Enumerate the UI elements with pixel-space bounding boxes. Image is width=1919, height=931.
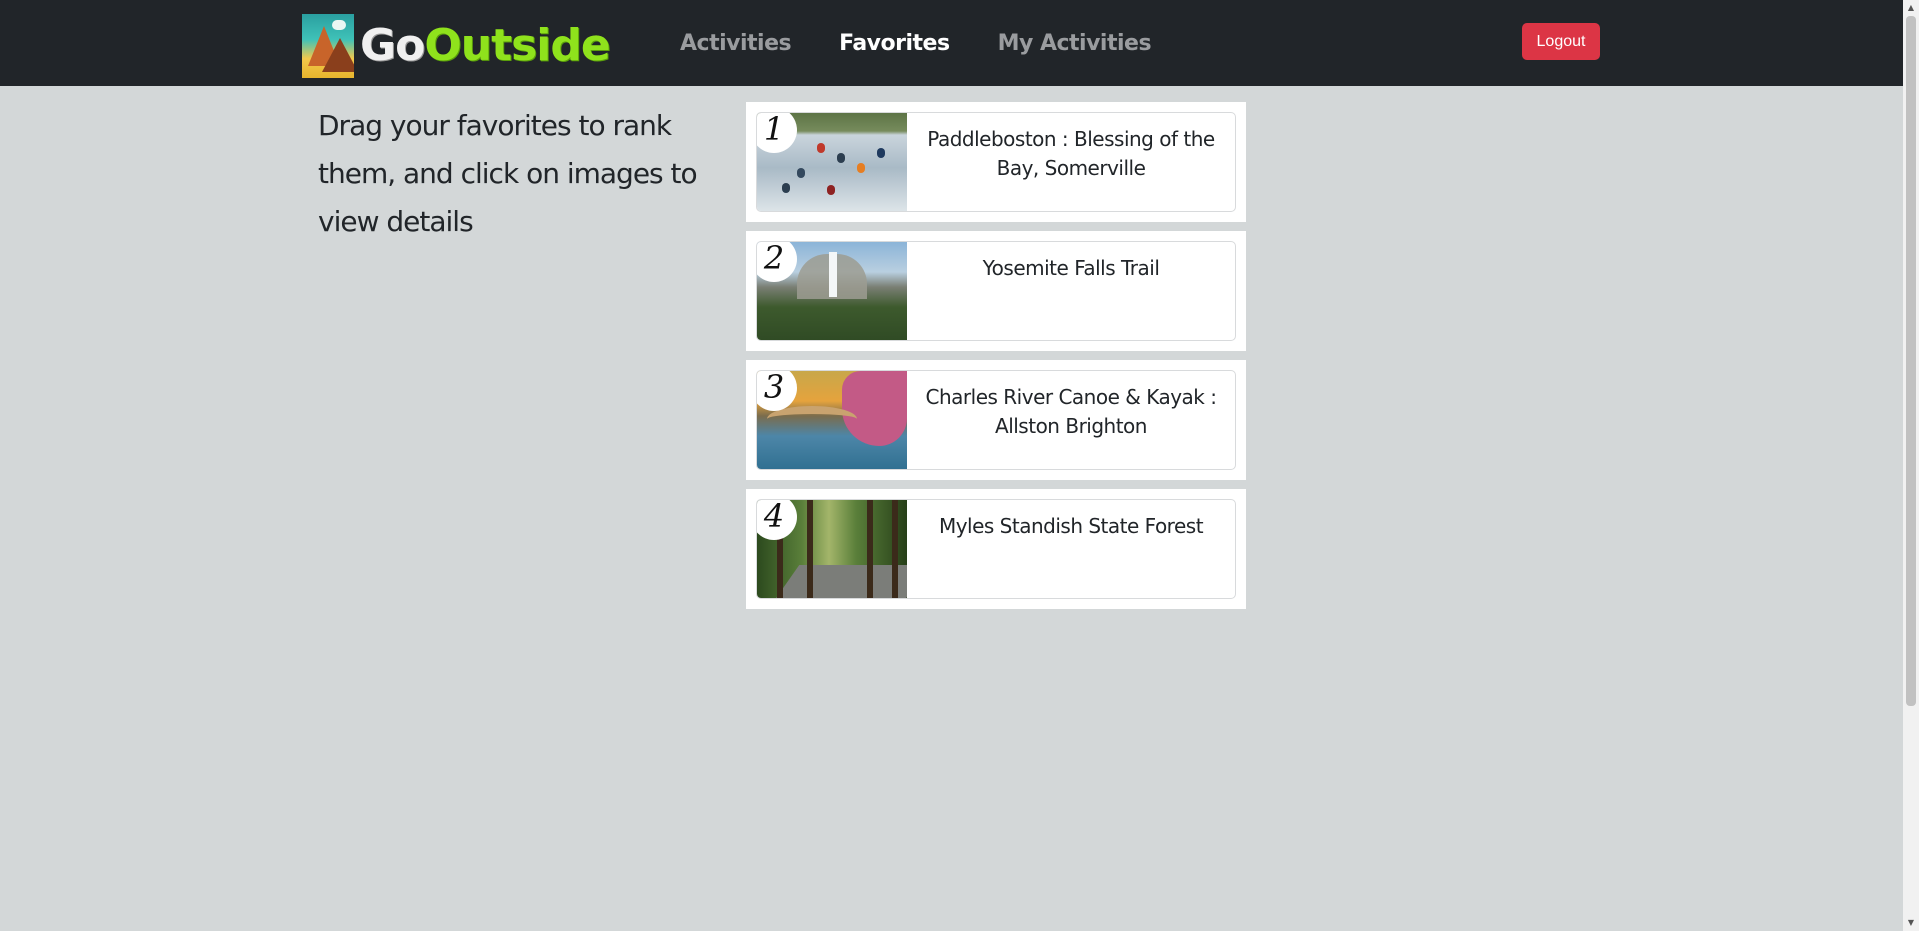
favorite-card[interactable]: 3 Charles River Canoe & Kayak : Allston …	[756, 370, 1236, 470]
brand-logo[interactable]: GoOutside	[302, 14, 611, 78]
rank-badge: 2	[757, 242, 797, 282]
instructions-text: Drag your favorites to rank them, and cl…	[318, 109, 698, 238]
page-scrollbar[interactable]: ▲ ▼	[1903, 0, 1919, 931]
favorite-image[interactable]: 1	[757, 113, 907, 211]
favorite-card[interactable]: 2 Yosemite Falls Trail	[756, 241, 1236, 341]
favorite-item[interactable]: 1 Paddleboston : Blessing of the Bay, So…	[746, 102, 1246, 222]
favorite-image[interactable]: 2	[757, 242, 907, 340]
favorite-card[interactable]: 4 Myles Standish State Forest	[756, 499, 1236, 599]
favorite-image[interactable]: 3	[757, 371, 907, 469]
logout-button[interactable]: Logout	[1522, 23, 1600, 60]
favorites-list: 1 Paddleboston : Blessing of the Bay, So…	[746, 102, 1246, 618]
favorite-title: Paddleboston : Blessing of the Bay, Some…	[927, 127, 1215, 180]
rank-badge: 3	[757, 371, 797, 411]
favorite-title: Charles River Canoe & Kayak : Allston Br…	[925, 385, 1217, 438]
favorite-item[interactable]: 3 Charles River Canoe & Kayak : Allston …	[746, 360, 1246, 480]
nav-link-my-activities[interactable]: My Activities	[998, 31, 1152, 56]
scroll-down-arrow-icon[interactable]: ▼	[1903, 915, 1919, 931]
brand-name-outside: Outside	[424, 20, 610, 71]
rank-badge: 1	[757, 113, 797, 153]
nav-link-activities[interactable]: Activities	[680, 31, 792, 56]
favorite-image[interactable]: 4	[757, 500, 907, 598]
mountain-logo-icon	[302, 14, 354, 78]
scrollbar-thumb[interactable]	[1906, 16, 1916, 706]
nav-links: Activities Favorites My Activities	[680, 0, 1199, 86]
favorite-title: Yosemite Falls Trail	[982, 256, 1160, 280]
rank-badge: 4	[757, 500, 797, 540]
favorite-item[interactable]: 4 Myles Standish State Forest	[746, 489, 1246, 609]
scroll-up-arrow-icon[interactable]: ▲	[1903, 0, 1919, 16]
favorite-title: Myles Standish State Forest	[938, 514, 1204, 538]
favorite-card[interactable]: 1 Paddleboston : Blessing of the Bay, So…	[756, 112, 1236, 212]
brand-name-go: Go	[360, 20, 425, 71]
favorite-item[interactable]: 2 Yosemite Falls Trail	[746, 231, 1246, 351]
top-navbar: GoOutside Activities Favorites My Activi…	[0, 0, 1903, 86]
brand-name: GoOutside	[360, 14, 611, 78]
nav-link-favorites[interactable]: Favorites	[839, 31, 950, 56]
